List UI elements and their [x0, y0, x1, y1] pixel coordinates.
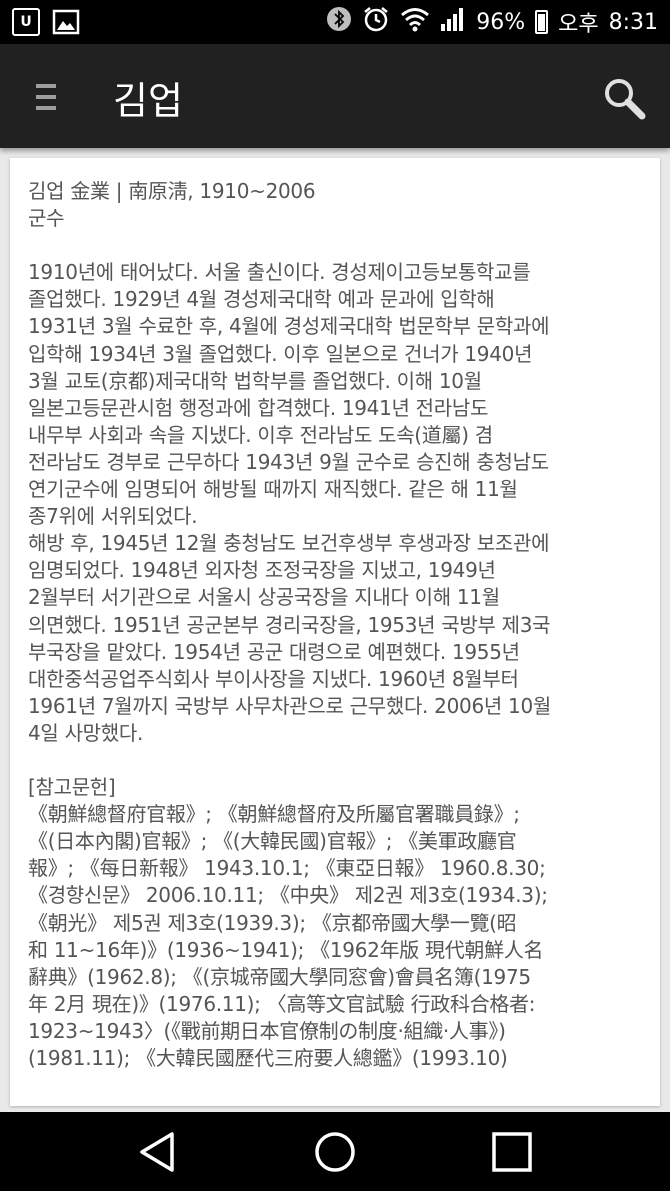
article-line: 1910년에 태어났다. 서울 출신이다. 경성제이고등보통학교를	[28, 260, 531, 285]
article-line: 대한중석공업주식회사 부이사장을 지냈다. 1960년 8월부터	[28, 666, 519, 691]
notification-icons: U	[12, 8, 80, 40]
article-line: 年 2月 現在)》(1976.11); 〈高等文官試驗 行政科合格者:	[28, 991, 536, 1016]
article-line: 1923~1943〉(《戰前期日本官僚制の制度·組織·人事》)	[28, 1018, 506, 1043]
u-plus-icon: U	[12, 8, 40, 36]
home-icon[interactable]	[313, 1130, 357, 1174]
article-line: 報》; 《每日新報》 1943.10.1; 《東亞日報》 1960.8.30;	[28, 856, 546, 881]
hamburger-menu-icon[interactable]	[36, 84, 56, 110]
status-bar: U 96% 오후 8:31	[0, 0, 670, 44]
battery-percent: 96%	[476, 9, 526, 35]
article-line: 《朝鮮總督府官報》; 《朝鮮總督府及所屬官署職員錄》;	[28, 802, 520, 827]
article-line: 부국장을 맡았다. 1954년 공군 대령으로 예편했다. 1955년	[28, 639, 520, 664]
article-line: [참고문헌]	[28, 775, 116, 800]
battery-icon	[535, 10, 549, 34]
article-line: (1981.11); 《大韓民國歷代三府要人總鑑》(1993.10)	[28, 1046, 508, 1070]
article-line: 전라남도 경부로 근무하다 1943년 9월 군수로 승진해 충청남도	[28, 449, 549, 474]
article-line: 연기군수에 임명되어 해방될 때까지 재직했다. 같은 해 11월	[28, 477, 518, 502]
bluetooth-icon	[326, 6, 352, 38]
navigation-bar	[0, 1112, 670, 1191]
clock: 8:31	[608, 9, 658, 35]
article-line: 일본고등문관시험 행정과에 합격했다. 1941년 전라남도	[28, 395, 489, 420]
article-line: 2월부터 서기관으로 서울시 상공국장을 지내다 이해 11월	[28, 585, 500, 610]
search-icon[interactable]	[602, 76, 646, 120]
article-line: 졸업했다. 1929년 4월 경성제국대학 예과 문과에 입학해	[28, 287, 495, 312]
article-line: 김업 金業 | 南原淸, 1910~2006	[28, 179, 316, 203]
article-line: 내무부 사회과 속을 지냈다. 이후 전라남도 도속(道屬) 겸	[28, 422, 493, 447]
article-line: 和 11~16年)》(1936~1941); 《1962年版 現代朝鮮人名	[28, 937, 544, 962]
signal-icon	[440, 6, 466, 38]
article-line: 4일 사망했다.	[28, 720, 144, 745]
article-line: 입학해 1934년 3월 졸업했다. 이후 일본으로 건너가 1940년	[28, 341, 533, 366]
wifi-icon	[400, 6, 430, 38]
article-body: 김업 金業 | 南原淸, 1910~2006 군수 1910년에 태어났다. 서울 …	[28, 178, 648, 1072]
article-line: 의면했다. 1951년 공군본부 경리국장을, 1953년 국방부 제3국	[28, 612, 551, 637]
article-line: 1961년 7월까지 국방부 사무차관으로 근무했다. 2006년 10월	[28, 693, 551, 718]
recent-apps-icon[interactable]	[490, 1130, 534, 1174]
article-line: 임명되었다. 1948년 외자청 조정국장을 지냈고, 1949년	[28, 558, 496, 583]
article-line: 《(日本內閣)官報》; 《(大韓民國)官報》; 《美軍政廳官	[28, 829, 517, 854]
article-line: 종7위에 서위되었다.	[28, 504, 198, 529]
article-line: 군수	[28, 206, 65, 231]
app-bar: 김업	[0, 44, 670, 148]
article-line: 《朝光》 제5권 제3호(1939.3); 《京都帝國大學一覽(昭	[28, 910, 517, 935]
image-icon	[52, 8, 80, 40]
back-icon[interactable]	[136, 1130, 180, 1174]
article-line: 3월 교토(京都)제국대학 법학부를 졸업했다. 이해 10월	[28, 368, 482, 393]
time-ampm: 오후	[558, 12, 599, 37]
page-title: 김업	[113, 79, 183, 123]
article-line: 辭典》(1962.8); 《(京城帝國大學同窓會)會員名簿(1975	[28, 964, 531, 989]
article-line: 1931년 3월 수료한 후, 4월에 경성제국대학 법문학부 문학과에	[28, 314, 550, 339]
article-line: 《경향신문》 2006.10.11; 《中央》 제2권 제3호(1934.3);	[28, 883, 548, 908]
system-status: 96% 오후 8:31	[326, 0, 658, 44]
article-card: 김업 金業 | 南原淸, 1910~2006 군수 1910년에 태어났다. 서울 …	[10, 158, 660, 1106]
article-line: 해방 후, 1945년 12월 충청남도 보건후생부 후생과장 보조관에	[28, 531, 550, 556]
alarm-icon	[362, 5, 390, 39]
